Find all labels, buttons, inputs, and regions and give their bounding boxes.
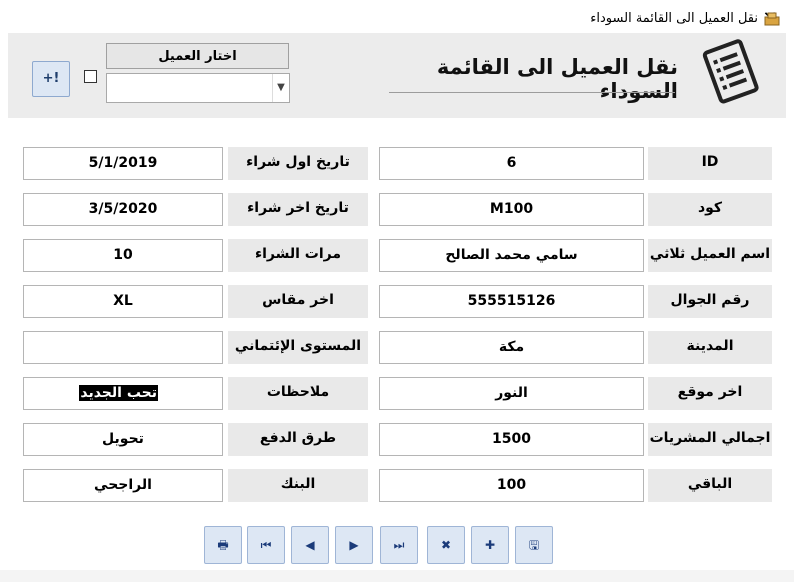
previous-icon: ◀ <box>305 538 315 552</box>
save-icon: 🖫 <box>528 538 540 552</box>
next-record-button[interactable]: ▶ <box>335 526 373 564</box>
title-divider <box>389 92 675 93</box>
purchase-count-label: مرات الشراء <box>228 239 368 272</box>
last-purchase-label: تاريخ اخر شراء <box>228 193 368 226</box>
last-size-label: اخر مقاس <box>228 285 368 318</box>
dialog-window: ✕ نقل العميل الى القائمة السوداء نقل الع… <box>0 0 794 582</box>
new-icon: ✚ <box>484 538 496 552</box>
mobile-value[interactable]: 555515126 <box>379 285 644 318</box>
print-button[interactable]: 🖶 <box>204 526 242 564</box>
last-location-value[interactable]: النور <box>379 377 644 410</box>
bank-value[interactable]: الراجحي <box>23 469 223 502</box>
delete-button[interactable]: ✖ <box>427 526 465 564</box>
client-select[interactable]: ▼ <box>106 73 290 103</box>
select-checkbox[interactable] <box>84 70 97 83</box>
add-to-blacklist-button[interactable]: +! <box>32 61 70 97</box>
document-list-icon <box>702 39 759 104</box>
header-panel: نقل العميل الى القائمة السوداء اختار الع… <box>8 33 786 118</box>
last-icon: ⏭ <box>393 538 405 552</box>
notes-value[interactable]: تحب الجديد <box>23 377 223 410</box>
next-icon: ▶ <box>349 538 359 552</box>
form-title: نقل العميل الى القائمة السوداء <box>436 55 678 103</box>
city-value[interactable]: مكة <box>379 331 644 364</box>
last-record-button[interactable]: ⏭ <box>380 526 418 564</box>
delete-icon: ✖ <box>440 538 452 552</box>
first-purchase-value[interactable]: 5/1/2019 <box>23 147 223 180</box>
code-label: كود <box>648 193 772 226</box>
client-name-label: اسم العميل ثلاثي <box>648 239 772 272</box>
printer-icon: 🖶 <box>217 538 229 552</box>
id-value[interactable]: 6 <box>379 147 644 180</box>
title-bar: ✕ نقل العميل الى القائمة السوداء <box>8 5 788 33</box>
mobile-label: رقم الجوال <box>648 285 772 318</box>
new-button[interactable]: ✚ <box>471 526 509 564</box>
first-purchase-label: تاريخ اول شراء <box>228 147 368 180</box>
last-purchase-value[interactable]: 3/5/2020 <box>23 193 223 226</box>
bank-label: البنك <box>228 469 368 502</box>
first-record-button[interactable]: ⏮ <box>247 526 285 564</box>
window-title: نقل العميل الى القائمة السوداء <box>590 11 758 26</box>
first-icon: ⏮ <box>260 538 272 552</box>
save-button[interactable]: 🖫 <box>515 526 553 564</box>
code-value[interactable]: M100 <box>379 193 644 226</box>
payment-methods-label: طرق الدفع <box>228 423 368 456</box>
last-size-value[interactable]: XL <box>23 285 223 318</box>
remaining-label: الباقي <box>648 469 772 502</box>
previous-record-button[interactable]: ◀ <box>291 526 329 564</box>
total-purchases-value[interactable]: 1500 <box>379 423 644 456</box>
city-label: المدينة <box>648 331 772 364</box>
boxes-app-icon <box>764 12 780 26</box>
choose-client-button[interactable]: اختار العميل <box>106 43 289 69</box>
background-strip <box>0 570 794 582</box>
total-purchases-label: اجمالي المشريات <box>648 423 772 456</box>
notes-label: ملاحظات <box>228 377 368 410</box>
client-name-value[interactable]: سامي محمد الصالح <box>379 239 644 272</box>
credit-level-value[interactable] <box>23 331 223 364</box>
notes-selected-text: تحب الجديد <box>79 385 158 401</box>
last-location-label: اخر موقع <box>648 377 772 410</box>
payment-methods-value[interactable]: تحويل <box>23 423 223 456</box>
id-label: ID <box>648 147 772 180</box>
chevron-down-icon[interactable]: ▼ <box>272 74 289 102</box>
remaining-value[interactable]: 100 <box>379 469 644 502</box>
credit-level-label: المستوى الإئتماني <box>228 331 368 364</box>
purchase-count-value[interactable]: 10 <box>23 239 223 272</box>
